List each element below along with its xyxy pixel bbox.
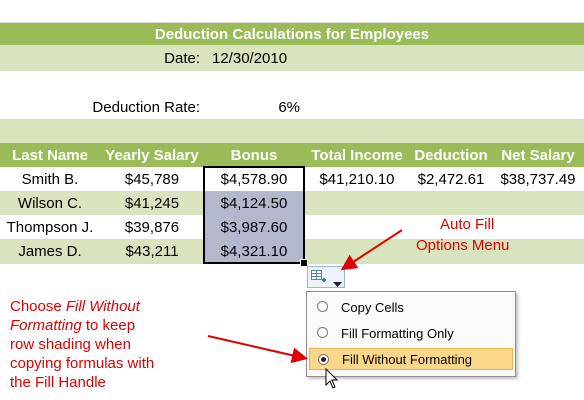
header-last-name[interactable]: Last Name (0, 143, 100, 167)
arrow-to-fill-without-formatting (207, 335, 308, 364)
column-header-row: Last Name Yearly Salary Bonus Total Inco… (0, 143, 584, 167)
menu-item-fill-without-formatting[interactable]: Fill Without Formatting (309, 348, 513, 370)
header-yearly-salary[interactable]: Yearly Salary (100, 143, 204, 167)
cell-deduction[interactable]: $2,472.61 (410, 167, 492, 191)
annotation-note: Choose Fill Without Formatting to keep r… (10, 297, 210, 392)
cell-last-name[interactable]: James D. (0, 239, 100, 263)
sheet-title-row: Deduction Calculations for Employees (0, 23, 584, 45)
blank-row (0, 71, 584, 95)
gridline (0, 22, 584, 23)
cell-net-salary[interactable]: $38,737.49 (492, 167, 584, 191)
cell-yearly-salary[interactable]: $45,789 (100, 167, 204, 191)
note-line-5: the Fill Handle (10, 374, 106, 391)
annotation-auto-fill: Auto Fill (440, 216, 495, 233)
auto-fill-options-icon (311, 270, 327, 289)
selection-range[interactable] (203, 166, 305, 264)
cell-last-name[interactable]: Wilson C. (0, 191, 100, 215)
auto-fill-options-button[interactable] (307, 266, 345, 288)
note-line-3: row shading when (10, 336, 131, 353)
menu-item-label: Fill Formatting Only (341, 325, 454, 341)
spacer-row (0, 119, 584, 143)
annotation-options-menu: Options Menu (416, 237, 510, 254)
note-line-4: copying formulas with (10, 355, 155, 372)
deduction-rate-value[interactable]: 6% (204, 95, 304, 119)
date-row: Date: 12/30/2010 (0, 45, 584, 71)
header-bonus[interactable]: Bonus (204, 143, 304, 167)
cell-yearly-salary[interactable]: $39,876 (100, 215, 204, 239)
mouse-pointer-icon (325, 367, 339, 395)
cell-last-name[interactable]: Thompson J. (0, 215, 100, 239)
header-deduction[interactable]: Deduction (410, 143, 492, 167)
menu-item-label: Fill Without Formatting (342, 351, 473, 367)
cell-yearly-salary[interactable]: $41,245 (100, 191, 204, 215)
menu-item-fill-formatting-only[interactable]: Fill Formatting Only (309, 322, 513, 344)
cell-yearly-salary[interactable]: $43,211 (100, 239, 204, 263)
radio-fill-formatting-only[interactable] (317, 327, 328, 338)
cell-last-name[interactable]: Smith B. (0, 167, 100, 191)
date-label[interactable]: Date: (0, 45, 204, 71)
deduction-rate-label[interactable]: Deduction Rate: (0, 95, 204, 119)
cell-total-income[interactable]: $41,210.10 (304, 167, 410, 191)
sheet-title[interactable]: Deduction Calculations for Employees (0, 23, 584, 45)
header-total-income[interactable]: Total Income (304, 143, 410, 167)
menu-item-label: Copy Cells (341, 299, 404, 315)
menu-item-copy-cells[interactable]: Copy Cells (309, 296, 513, 318)
deduction-rate-row: Deduction Rate: 6% (0, 95, 584, 119)
radio-fill-without-formatting[interactable] (318, 354, 329, 365)
auto-fill-options-menu: Copy Cells Fill Formatting Only Fill Wit… (306, 291, 516, 377)
date-value[interactable]: 12/30/2010 (212, 45, 332, 71)
header-net-salary[interactable]: Net Salary (492, 143, 584, 167)
note-line-1: Choose Fill Without (10, 298, 140, 315)
note-line-2: Formatting to keep (10, 317, 136, 334)
radio-copy-cells[interactable] (317, 301, 328, 312)
